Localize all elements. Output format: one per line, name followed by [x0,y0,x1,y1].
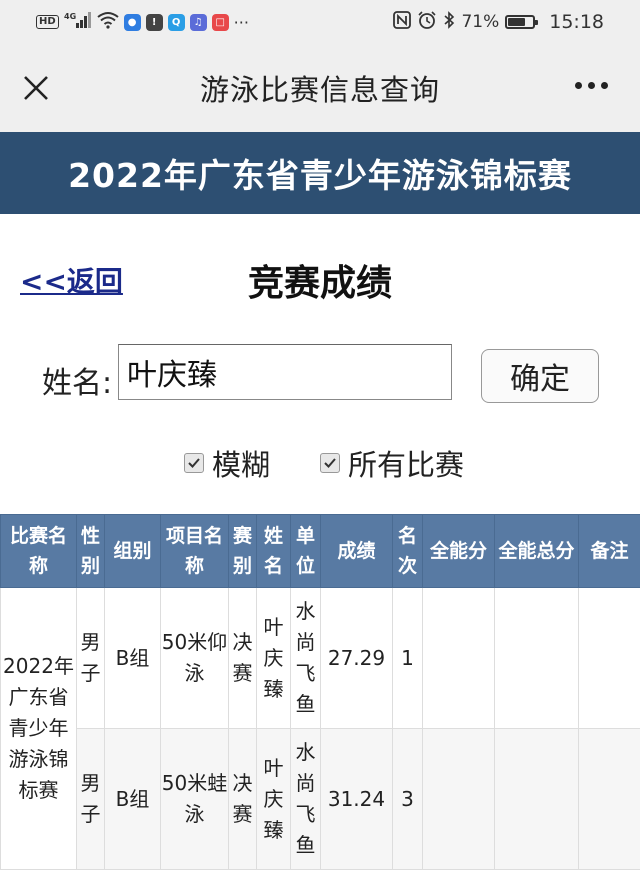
confirm-button[interactable]: 确定 [481,349,599,403]
competition-banner: 2022年广东省青少年游泳锦标赛 [0,132,640,214]
cell-event: 2022年广东省青少年游泳锦标赛 [0,587,77,870]
th-unit: 单位 [290,514,321,588]
th-event: 比赛名称 [0,514,77,588]
svg-text:4G: 4G [64,12,76,21]
status-right: 71% 15:18 [393,0,604,44]
section-title-text: 竞赛成绩 [247,263,392,304]
cell-name: 叶庆臻 [256,728,291,870]
th-item: 项目名称 [160,514,229,588]
signal-icon: 4G [64,11,92,34]
nfc-icon [393,10,412,34]
cell-gender: 男子 [76,587,105,729]
checkbox-checked-icon[interactable] [184,453,204,473]
th-rank: 名次 [392,514,423,588]
wifi-icon [97,11,119,34]
all-competitions-label: 所有比赛 [348,448,465,482]
cell-stage: 决赛 [228,587,257,729]
th-all-round-total: 全能总分 [494,514,579,588]
nav-bar: 游泳比赛信息查询 [0,44,640,132]
cell-name: 叶庆臻 [256,587,291,729]
bluetooth-icon [443,10,455,34]
cell-unit: 水尚飞鱼 [290,587,321,729]
nav-title: 游泳比赛信息查询 [199,73,440,107]
status-bar: HD 4G ● ! Q ♫ □ ··· 71% 15:18 [0,0,640,44]
clock: 15:18 [549,11,604,33]
more-dots-icon[interactable] [575,82,608,89]
hd-badge: HD [36,15,59,29]
close-icon[interactable] [20,72,52,104]
alarm-icon [417,10,437,34]
name-label: 姓名: [42,366,113,401]
table-row: 2022年广东省青少年游泳锦标赛 男子 B组 50米仰泳 决赛 叶庆臻 水尚飞鱼… [0,587,640,870]
th-note: 备注 [578,514,640,588]
music-app-icon: ♫ [189,13,207,31]
battery-percent: 71% [461,12,500,32]
cell-unit: 水尚飞鱼 [290,728,321,870]
cell-gender: 男子 [76,728,105,870]
cell-group: B组 [104,587,161,729]
back-link[interactable]: <<返回 [20,260,123,300]
name-input[interactable] [118,344,452,400]
cell-item: 50米蛙泳 [160,728,229,870]
th-gender: 性别 [76,514,105,588]
book-app-icon: □ [211,13,229,31]
th-name: 姓名 [256,514,291,588]
cell-all-round-total [494,587,579,729]
results-table: 比赛名称 性别 组别 项目名称 赛别 姓名 单位 成绩 名次 全能分 全能总分 … [0,514,640,870]
more-notifications-icon: ··· [233,12,249,32]
th-group: 组别 [104,514,161,588]
all-competitions-checkbox[interactable]: 所有比赛 [320,442,464,484]
cell-score: 27.29 [320,587,393,729]
th-all-round: 全能分 [422,514,495,588]
battery-icon [505,15,539,29]
cell-rank: 3 [392,728,423,870]
table-row: 男子 B组 50米蛙泳 决赛 叶庆臻 水尚飞鱼 31.24 3 [1,728,640,870]
cell-all-round [422,587,495,729]
cell-stage: 决赛 [228,728,257,870]
cell-note [578,728,640,870]
cell-item: 50米仰泳 [160,587,229,729]
alert-app-icon: ! [145,13,163,31]
fuzzy-label: 模糊 [212,448,271,482]
cell-all-round [422,728,495,870]
th-stage: 赛别 [228,514,257,588]
cell-score: 31.24 [320,728,393,870]
cell-note [578,587,640,729]
cell-group: B组 [104,728,161,870]
cell-all-round-total [494,728,579,870]
table-header-row: 比赛名称 性别 组别 项目名称 赛别 姓名 单位 成绩 名次 全能分 全能总分 … [0,514,640,588]
fuzzy-checkbox[interactable]: 模糊 [184,442,270,484]
search-app-icon: Q [167,13,185,31]
cell-rank: 1 [392,587,423,729]
checkbox-checked-icon[interactable] [320,453,340,473]
status-left: HD 4G ● ! Q ♫ □ ··· [36,0,249,44]
th-score: 成绩 [320,514,393,588]
bulb-app-icon: ● [123,13,141,31]
